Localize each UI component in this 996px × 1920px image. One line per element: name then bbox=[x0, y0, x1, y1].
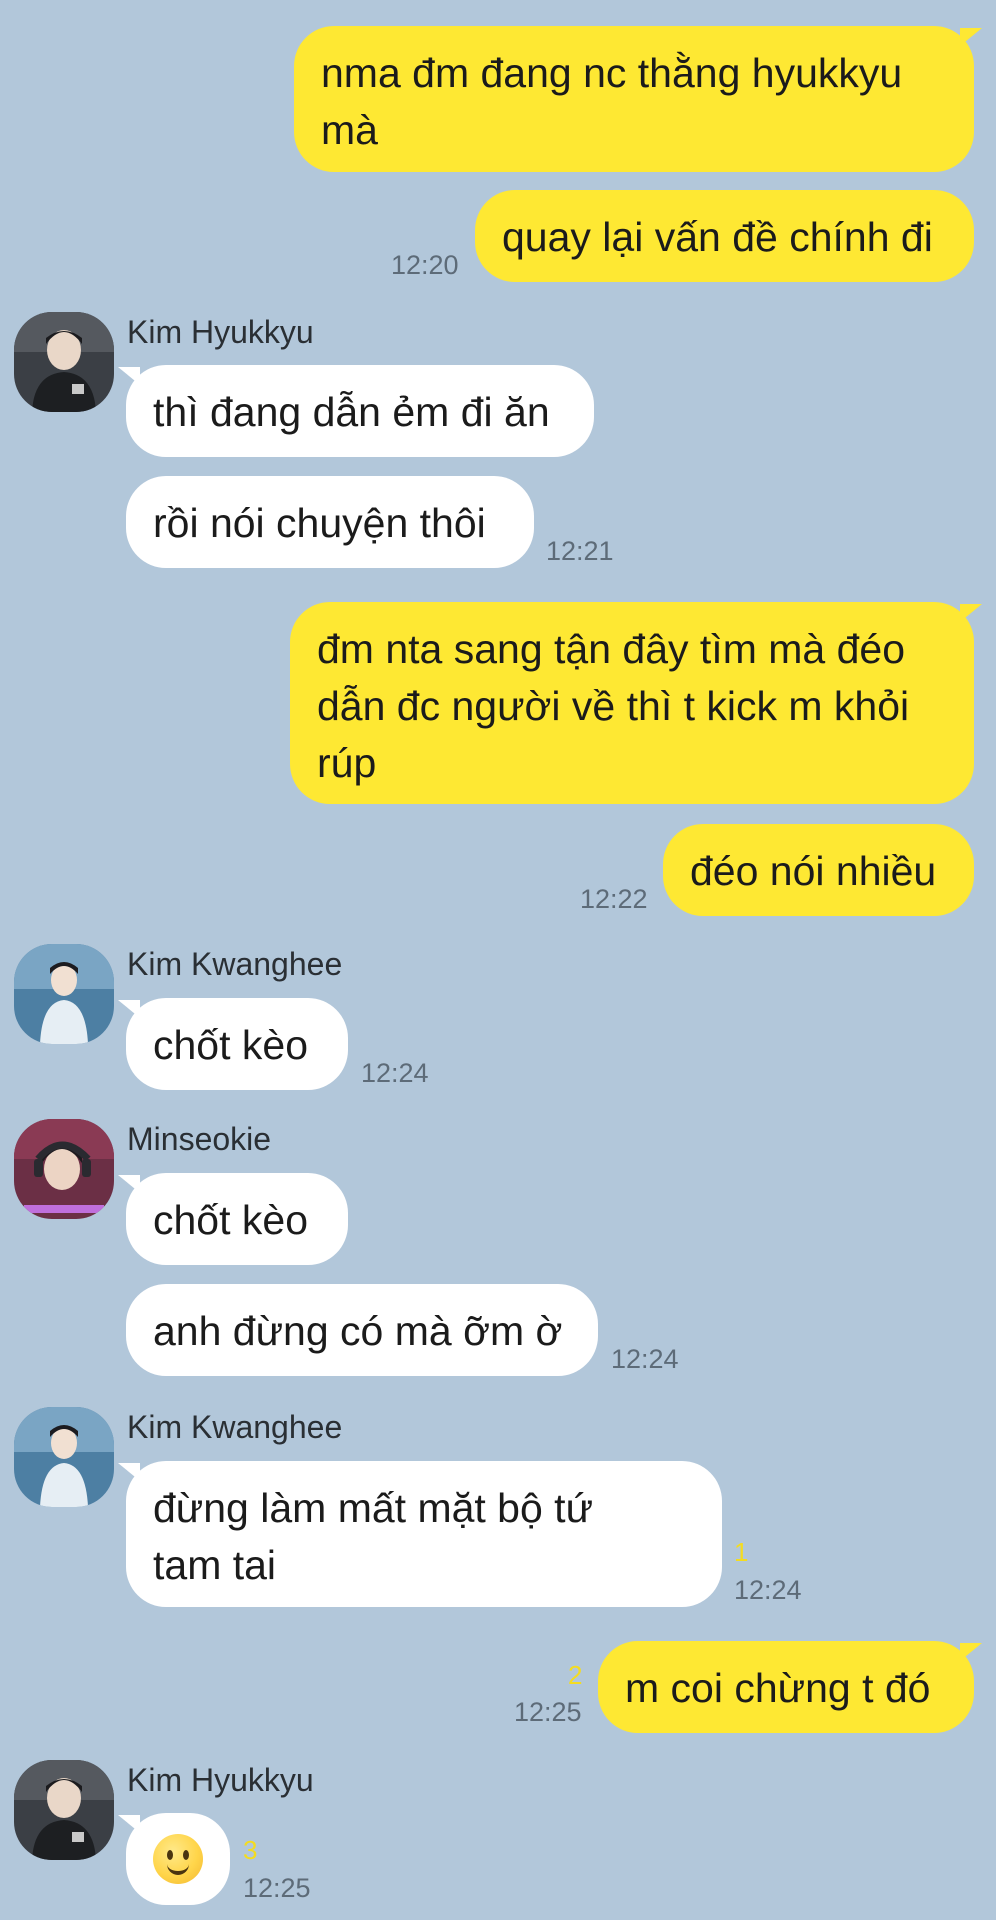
avatar-kim-hyukkyu[interactable] bbox=[14, 312, 114, 412]
their-message-bubble[interactable]: thì đang dẫn ẻm đi ăn bbox=[118, 365, 594, 457]
message-timestamp: 12:25 bbox=[514, 1697, 582, 1727]
message-timestamp: 12:25 bbox=[243, 1873, 311, 1903]
their-message-bubble[interactable]: chốt kèo bbox=[118, 998, 348, 1090]
their-message-bubble[interactable]: đừng làm mất mặt bộ tứ tam tai bbox=[118, 1461, 722, 1607]
my-message-bubble[interactable]: quay lại vấn đề chính đi bbox=[475, 190, 974, 282]
avatar-minseokie[interactable] bbox=[14, 1119, 114, 1219]
their-message-bubble[interactable]: rồi nói chuyện thôi bbox=[126, 476, 534, 568]
avatar-kim-hyukkyu[interactable] bbox=[14, 1760, 114, 1860]
sender-name: Kim Hyukkyu bbox=[127, 314, 314, 350]
message-timestamp: 12:21 bbox=[546, 536, 614, 566]
sender-name: Kim Hyukkyu bbox=[127, 1762, 314, 1798]
message-timestamp: 12:24 bbox=[611, 1344, 679, 1374]
their-message-bubble[interactable]: chốt kèo bbox=[118, 1173, 348, 1265]
message-timestamp: 12:24 bbox=[361, 1058, 429, 1088]
my-message-bubble[interactable]: đm nta sang tận đây tìm mà đéo dẫn đc ng… bbox=[290, 602, 982, 804]
my-message-bubble[interactable]: đéo nói nhiều bbox=[663, 824, 974, 916]
their-message-bubble[interactable] bbox=[118, 1813, 230, 1905]
my-message-bubble[interactable]: m coi chừng t đó bbox=[598, 1641, 982, 1733]
their-message-bubble[interactable]: anh đừng có mà ỡm ờ bbox=[126, 1284, 598, 1376]
sender-name: Minseokie bbox=[127, 1121, 272, 1157]
message-timestamp: 12:24 bbox=[734, 1575, 802, 1605]
unread-count: 2 bbox=[568, 1660, 583, 1690]
sender-name: Kim Kwanghee bbox=[127, 946, 343, 982]
unread-count: 3 bbox=[243, 1835, 258, 1865]
unread-count: 1 bbox=[734, 1537, 749, 1567]
message-timestamp: 12:20 bbox=[391, 250, 459, 280]
sender-name: Kim Kwanghee bbox=[127, 1409, 343, 1445]
message-timestamp: 12:22 bbox=[580, 884, 648, 914]
avatar-kim-kwanghee[interactable] bbox=[14, 944, 114, 1044]
avatar-kim-kwanghee[interactable] bbox=[14, 1407, 114, 1507]
slightly-smiling-face-icon bbox=[153, 1834, 203, 1884]
my-message-bubble[interactable]: nma đm đang nc thằng hyukkyu mà bbox=[294, 26, 982, 172]
